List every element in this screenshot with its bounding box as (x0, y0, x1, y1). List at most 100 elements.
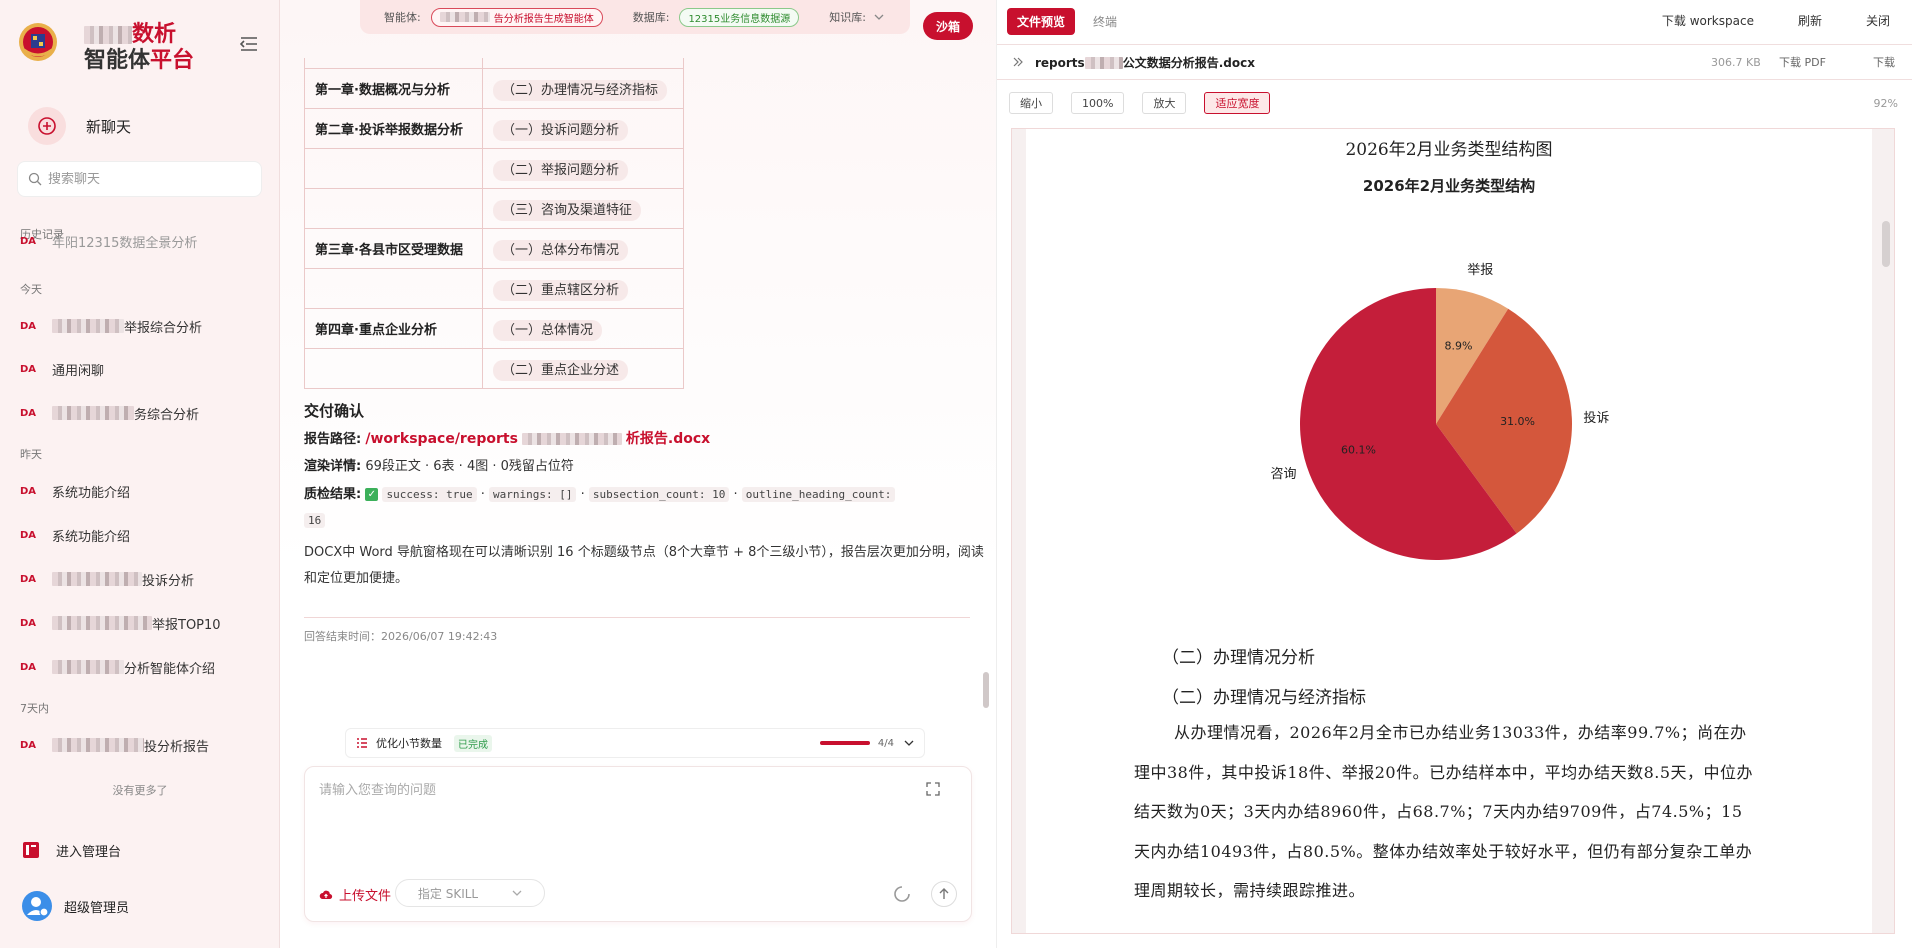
history-item[interactable]: DA 分析智能体介绍 (20, 652, 260, 682)
search-box (17, 161, 262, 197)
outline-section-label: （一）总体情况 (493, 320, 603, 341)
zoom-in-button[interactable]: 放大 (1142, 92, 1187, 114)
chart-title: 2026年2月业务类型结构 (1362, 177, 1536, 195)
agent-selector-bar: 智能体: 告分析报告生成智能体 数据库: 12315业务信息数据源 知识库: (360, 0, 910, 34)
outline-row: 第四章·重点企业分析 （一）总体情况 (304, 308, 684, 349)
outline-row: （三）咨询及渠道特征 (304, 188, 684, 229)
fit-width-button[interactable]: 适应宽度 (1204, 92, 1271, 114)
tab-terminal[interactable]: 终端 (1083, 8, 1127, 35)
no-more-text: 没有更多了 (112, 784, 168, 797)
skill-selector[interactable]: 指定 SKILL (395, 879, 545, 907)
loading-spinner-icon (894, 886, 910, 902)
outline-row: 第一章·数据概况与分析 （二）办理情况与经济指标 (304, 68, 684, 109)
search-input[interactable] (48, 171, 248, 187)
outline-section-label: （一）投诉问题分析 (493, 120, 629, 141)
outline-section-label: （二）办理情况与经济指标 (493, 80, 668, 101)
group-label-week: 7天内 (20, 702, 49, 715)
pie-category-label: 咨询 (1271, 467, 1297, 482)
chevron-down-icon[interactable] (904, 739, 914, 747)
sidebar: 数析 智能体平台 新聊天 历史记录 DA年阳12315数据全景分析 今天 DA举… (0, 0, 280, 948)
query-input[interactable] (319, 779, 919, 859)
sandbox-button[interactable]: 沙箱 (923, 12, 973, 40)
document-page: 2026年2月业务类型结构图 2026年2月业务类型结构 8.9% 举报 31.0%… (1026, 129, 1872, 933)
progress-indicator (819, 741, 870, 745)
expand-icon[interactable] (925, 781, 941, 797)
chat-scrollbar[interactable] (983, 672, 989, 708)
answer-end-time: 回答结束时间：2026/06/07 19:42:43 (304, 630, 498, 643)
file-info-bar: reports 公文数据分析报告.docx 306.7 KB 下载 PDF 下载 (997, 44, 1912, 80)
arrow-up-icon (939, 888, 949, 899)
outline-section: （二）办理情况与经济指标 (482, 68, 684, 109)
outline-chapter (304, 188, 483, 229)
pie-category-label: 举报 (1467, 263, 1493, 278)
outline-section-label: （二）举报问题分析 (493, 160, 629, 181)
admin-console-button[interactable]: 进入管理台 (22, 835, 121, 865)
outline-section: （一）投诉问题分析 (482, 108, 684, 149)
history-item[interactable]: DA 举报综合分析 (20, 311, 260, 341)
refresh-button[interactable]: 刷新 (1798, 12, 1822, 29)
outline-row: 第二章·投诉举报数据分析 （一）投诉问题分析 (304, 108, 684, 149)
send-button[interactable] (931, 881, 957, 907)
pie-percent-label: 60.1% (1341, 443, 1376, 456)
cloud-upload-icon (319, 890, 333, 899)
preview-tabs: 文件预览 终端 (1007, 6, 1135, 36)
outline-row: 第三章·各县市区受理数据 （一）总体分布情况 (304, 228, 684, 269)
status-badge: 已完成 (454, 734, 492, 752)
pie-category-label: 投诉 (1583, 410, 1609, 426)
history-item[interactable]: DA 系统功能介绍 (20, 476, 260, 506)
logo-emblem-icon (18, 22, 58, 62)
zoom-reset-button[interactable]: 100% (1071, 92, 1125, 114)
outline-section: （一）总体分布情况 (482, 228, 684, 269)
upload-file-button[interactable]: 上传文件 (319, 885, 391, 904)
user-profile-button[interactable]: 超级管理员 (22, 891, 129, 921)
pie-percent-label: 31.0% (1500, 415, 1535, 428)
section-heading: （二）办理情况与经济指标 (1162, 688, 1366, 708)
file-name: reports 公文数据分析报告.docx (1035, 55, 1255, 70)
download-workspace-button[interactable]: 下载 workspace (1662, 12, 1754, 29)
avatar (22, 891, 52, 921)
list-icon (357, 738, 367, 748)
history-item[interactable]: DA 投诉分析 (20, 564, 260, 594)
zoom-level: 92% (1873, 97, 1898, 110)
divider (304, 617, 970, 618)
outline-row: （二）重点企业分述 (304, 348, 684, 389)
document-scrollbar[interactable] (1882, 221, 1890, 267)
report-path-link[interactable]: /workspace/reports 析报告.docx (365, 431, 710, 447)
preview-actions: 下载 workspace 刷新 关闭 (1618, 12, 1890, 29)
zoom-out-button[interactable]: 缩小 (1009, 92, 1053, 114)
chat-input-box: 上传文件 指定 SKILL (304, 766, 972, 922)
tab-file-preview[interactable]: 文件预览 (1007, 7, 1076, 35)
agent-selector[interactable]: 告分析报告生成智能体 (430, 7, 603, 27)
outline-chapter: 第一章·数据概况与分析 (304, 68, 483, 109)
document-body-text: 从办理情况看，2026年2月全市已办结业务13033件，办结率99.7%；尚在办… (1134, 723, 1754, 900)
download-pdf-button[interactable]: 下载 PDF (1779, 54, 1826, 70)
group-label-today: 今天 (20, 283, 42, 296)
outline-section-label: （二）重点辖区分析 (493, 280, 629, 301)
download-button[interactable]: 下载 (1873, 54, 1895, 70)
new-chat-label: 新聊天 (86, 117, 132, 136)
double-chevron-right-icon[interactable] (1013, 57, 1023, 67)
history-item[interactable]: DA 系统功能介绍 (20, 520, 260, 550)
history-item[interactable]: DA 投分析报告 (20, 730, 260, 760)
history-item-cut[interactable]: DA 年阳12315数据全景分析 (20, 236, 260, 256)
close-button[interactable]: 关闭 (1866, 12, 1890, 29)
history-item[interactable]: DA 举报TOP10 (20, 608, 260, 638)
outline-table: 第一章·数据概况与分析 （二）办理情况与经济指标第二章·投诉举报数据分析 （一）投诉… (304, 68, 684, 389)
database-selector[interactable]: 12315业务信息数据源 (679, 7, 800, 27)
new-chat-button[interactable]: 新聊天 (28, 107, 132, 145)
outline-row: （二）举报问题分析 (304, 148, 684, 189)
chevron-down-icon[interactable] (874, 13, 884, 21)
outline-chapter (304, 348, 483, 389)
preview-panel: 文件预览 终端 下载 workspace 刷新 关闭 reports 公文数据分析… (996, 0, 1912, 948)
brand-title: 数析 智能体平台 (84, 22, 195, 73)
history-item[interactable]: DA 通用闲聊 (20, 354, 260, 384)
render-detail-row: 渲染详情: 69段正文 · 6表 · 4图 · 0残留占位符 (304, 459, 574, 474)
outline-section-label: （一）总体分布情况 (493, 240, 629, 261)
collapse-sidebar-icon[interactable] (239, 36, 262, 56)
outline-chapter: 第四章·重点企业分析 (304, 308, 483, 349)
outline-chapter (304, 268, 483, 309)
task-progress-bar[interactable]: 优化小节数量 已完成 4/4 (345, 728, 925, 758)
section-heading: （二）办理情况分析 (1162, 648, 1315, 668)
history-item[interactable]: DA 务综合分析 (20, 398, 260, 428)
document-viewer: 2026年2月业务类型结构图 2026年2月业务类型结构 8.9% 举报 31.0%… (1011, 128, 1895, 934)
